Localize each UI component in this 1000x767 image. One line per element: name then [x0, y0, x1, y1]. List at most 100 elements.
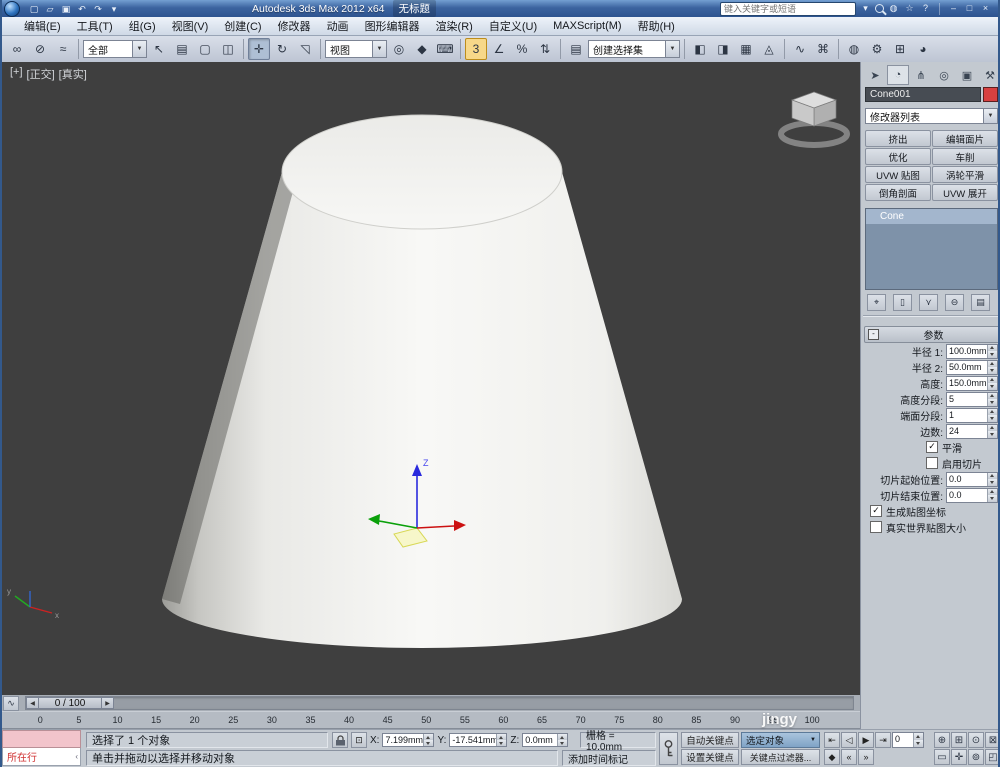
time-slider-handle[interactable]: ◀ 0 / 100 ▶: [26, 697, 114, 707]
select-and-link-icon[interactable]: ∞: [6, 38, 28, 60]
next-key-icon[interactable]: »: [858, 749, 874, 765]
zoom-extents-all-icon[interactable]: ⊠: [985, 732, 1000, 748]
select-by-name-icon[interactable]: ▤: [171, 38, 193, 60]
viewcube[interactable]: [781, 92, 847, 145]
parameter-spinner-field[interactable]: 0.0: [946, 488, 998, 503]
select-and-rotate-icon[interactable]: ↻: [271, 38, 293, 60]
select-and-move-icon[interactable]: ✛: [248, 38, 270, 60]
object-color-swatch[interactable]: [983, 87, 998, 102]
favorites-star-icon[interactable]: ☆: [903, 2, 916, 15]
undo-icon[interactable]: ↶: [75, 2, 89, 16]
spinner-arrows[interactable]: [913, 733, 923, 747]
menu-item[interactable]: MAXScript(M): [545, 17, 629, 35]
select-and-manipulate-icon[interactable]: ◆: [411, 38, 433, 60]
key-filters-button[interactable]: 关键点过滤器...: [741, 749, 820, 765]
parameter-spinner-field[interactable]: 5: [946, 392, 998, 407]
previous-key-icon[interactable]: «: [841, 749, 857, 765]
smooth-checkbox-row[interactable]: ✓ 平滑: [864, 439, 1000, 455]
time-tag-field[interactable]: 添加时间标记: [562, 750, 656, 766]
menu-item[interactable]: 自定义(U): [481, 17, 545, 35]
z-coordinate-field[interactable]: 0.0mm: [522, 733, 568, 747]
zoom-icon[interactable]: ⊕: [934, 732, 950, 748]
y-coordinate-field[interactable]: -17.541mm: [449, 733, 507, 747]
smooth-checkbox[interactable]: ✓: [926, 441, 938, 453]
modifier-button[interactable]: 倒角剖面: [865, 184, 931, 201]
parameter-spinner-field[interactable]: 150.0mm: [946, 376, 998, 391]
spinner-arrows[interactable]: [987, 361, 997, 374]
listener-line[interactable]: 所在行 ‹: [2, 748, 81, 766]
cone-object[interactable]: [162, 115, 682, 648]
modifier-button[interactable]: UVW 贴图: [865, 166, 931, 183]
selection-lock-icon[interactable]: [332, 732, 348, 748]
spinner-arrows[interactable]: [423, 734, 433, 746]
dropdown-arrow-icon[interactable]: ▼: [810, 737, 819, 743]
spinner-arrows[interactable]: [987, 377, 997, 390]
modifier-button[interactable]: 涡轮平滑: [932, 166, 998, 183]
real-world-map-size-checkbox[interactable]: [870, 521, 882, 533]
rollout-collapse-icon[interactable]: -: [868, 329, 879, 340]
tab-motion-icon[interactable]: ◎: [933, 65, 955, 85]
tab-utilities-icon[interactable]: ⚒: [979, 65, 1000, 85]
zoom-extents-icon[interactable]: ⊙: [968, 732, 984, 748]
viewport-canvas[interactable]: Z x y: [2, 62, 860, 695]
communication-center-icon[interactable]: ◍: [887, 2, 900, 15]
snap-toggle-icon[interactable]: 3: [465, 38, 487, 60]
menu-item[interactable]: 工具(T): [69, 17, 121, 35]
mini-curve-editor-icon[interactable]: ∿: [3, 696, 19, 711]
select-object-icon[interactable]: ↖: [148, 38, 170, 60]
spinner-arrows[interactable]: [557, 734, 567, 746]
selection-filter-dropdown[interactable]: 全部 ▼: [83, 40, 147, 58]
dropdown-arrow-icon[interactable]: ▼: [983, 109, 997, 123]
configure-modifier-sets-icon[interactable]: ▤: [971, 294, 990, 311]
align-icon[interactable]: ◨: [712, 38, 734, 60]
spinner-arrows[interactable]: [987, 473, 997, 486]
edit-named-selection-sets-icon[interactable]: ▤: [565, 38, 587, 60]
unlink-selection-icon[interactable]: ⊘: [29, 38, 51, 60]
keyboard-override-icon[interactable]: ⌨: [434, 38, 456, 60]
dropdown-arrow-icon[interactable]: ▼: [665, 41, 679, 57]
tab-create-icon[interactable]: ➤: [864, 65, 886, 85]
modifier-button[interactable]: 编辑面片: [932, 130, 998, 147]
make-unique-icon[interactable]: ⋎: [919, 294, 938, 311]
timeline-ruler[interactable]: 0510152025303540455055606570758085909510…: [2, 711, 860, 729]
bind-to-spacewarp-icon[interactable]: ≈: [52, 38, 74, 60]
pan-icon[interactable]: ✛: [951, 749, 967, 765]
menu-item[interactable]: 修改器: [270, 17, 319, 35]
window-crossing-icon[interactable]: ◫: [217, 38, 239, 60]
modifier-button[interactable]: 车削: [932, 148, 998, 165]
modifier-button[interactable]: 优化: [865, 148, 931, 165]
generate-mapping-coords-checkbox[interactable]: ✓: [870, 505, 882, 517]
set-key-button[interactable]: 设置关键点: [681, 749, 739, 765]
menu-item[interactable]: 图形编辑器: [357, 17, 428, 35]
previous-frame-icon[interactable]: ◁: [841, 732, 857, 748]
app-logo-icon[interactable]: [4, 1, 20, 17]
modifier-button[interactable]: 挤出: [865, 130, 931, 147]
dropdown-arrow-icon[interactable]: ▼: [132, 41, 146, 57]
menu-item[interactable]: 创建(C): [216, 17, 269, 35]
parameter-spinner-field[interactable]: 1: [946, 408, 998, 423]
reference-coordinate-dropdown[interactable]: 视图 ▼: [325, 40, 387, 58]
spinner-arrows[interactable]: [987, 409, 997, 422]
remove-modifier-icon[interactable]: ⊖: [945, 294, 964, 311]
menu-item[interactable]: 编辑(E): [16, 17, 69, 35]
parameter-spinner-field[interactable]: 0.0: [946, 472, 998, 487]
graphite-ribbon-icon[interactable]: ◬: [758, 38, 780, 60]
tab-hierarchy-icon[interactable]: ⋔: [910, 65, 932, 85]
maxscript-mini-listener[interactable]: 所在行 ‹: [2, 730, 81, 767]
render-production-icon[interactable]: ◕: [912, 38, 934, 60]
viewport-menu[interactable]: [真实]: [59, 66, 87, 82]
next-frame-nub-icon[interactable]: ▶: [101, 697, 114, 709]
named-selection-sets-dropdown[interactable]: 创建选择集 ▼: [588, 40, 680, 58]
mirror-icon[interactable]: ◧: [689, 38, 711, 60]
tab-modify-icon[interactable]: ◔: [887, 65, 909, 85]
close-icon[interactable]: ×: [979, 2, 992, 15]
curve-editor-icon[interactable]: ∿: [789, 38, 811, 60]
angle-snap-icon[interactable]: ∠: [488, 38, 510, 60]
modifier-stack[interactable]: Cone: [865, 208, 998, 290]
pin-stack-icon[interactable]: ⌖: [867, 294, 886, 311]
menu-item[interactable]: 渲染(R): [428, 17, 481, 35]
select-and-scale-icon[interactable]: ◹: [294, 38, 316, 60]
rendered-frame-window-icon[interactable]: ⊞: [889, 38, 911, 60]
set-key-big-button[interactable]: [659, 732, 678, 765]
parameters-rollout-header[interactable]: - 参数: [864, 326, 1000, 343]
